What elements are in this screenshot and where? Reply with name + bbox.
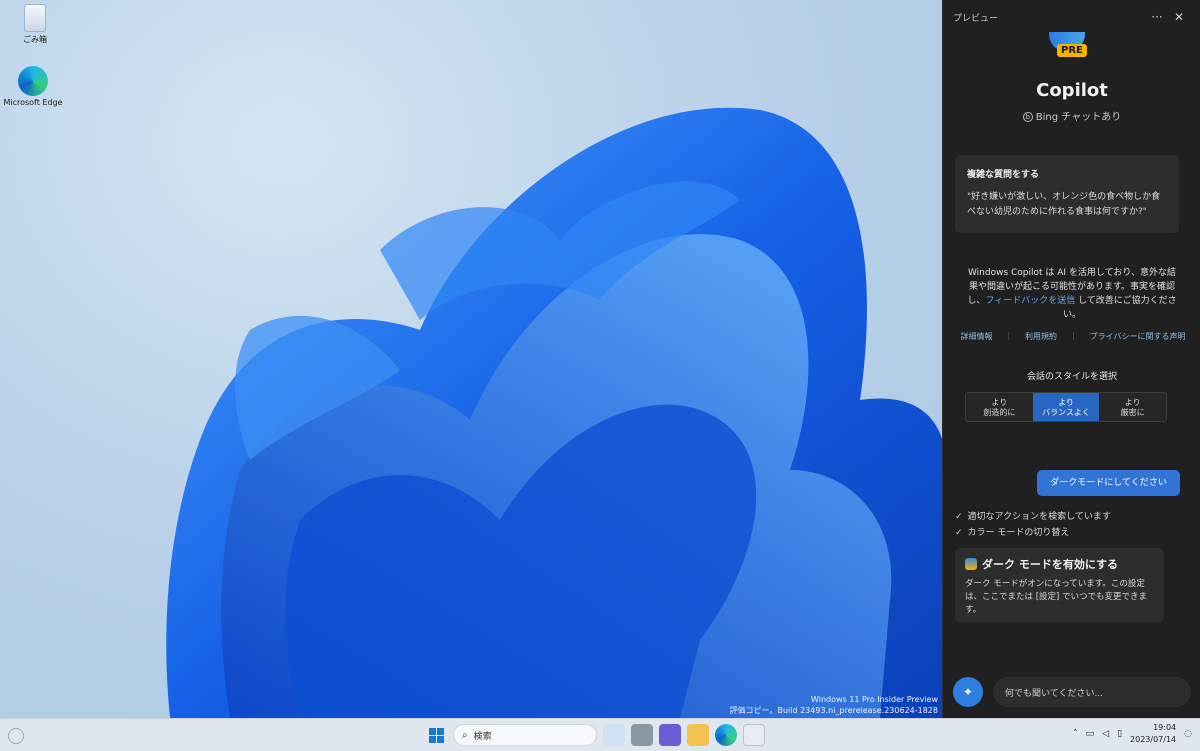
- clock[interactable]: 19:04 2023/07/14: [1130, 722, 1176, 746]
- volume-icon[interactable]: ◁: [1102, 729, 1109, 739]
- copilot-taskbar-icon[interactable]: [603, 724, 625, 746]
- new-topic-button[interactable]: ✦: [953, 677, 983, 707]
- recycle-bin-icon: [24, 4, 46, 32]
- taskbar-search-label: 検索: [473, 731, 492, 742]
- terms-link[interactable]: 利用規約: [1025, 331, 1057, 342]
- style-creative-line2: 創造的に: [983, 408, 1016, 417]
- style-creative-line1: より: [991, 398, 1008, 407]
- style-balanced-button[interactable]: より バランスよく: [1032, 393, 1100, 421]
- suggestion-card[interactable]: 複雑な質問をする "好き嫌いが激しい、オレンジ色の食べ物しか食べない幼児のために…: [955, 155, 1179, 233]
- recycle-bin-shortcut[interactable]: ごみ箱: [0, 4, 70, 45]
- app-title: Copilot: [1036, 80, 1108, 101]
- action-card-header: ダーク モードを有効にする: [965, 556, 1154, 572]
- status-item: ✓ カラー モードの切り替え: [955, 525, 1069, 538]
- copilot-panel: プレビュー ··· ✕ PRE Copilot b Bing チャットあり 複雑な…: [942, 0, 1200, 718]
- composer: ✦ 何でも聞いてください...: [953, 676, 1191, 708]
- windows-logo-icon: [428, 727, 444, 743]
- feedback-link[interactable]: フィードバックを送信: [985, 296, 1075, 306]
- style-precise-line1: より: [1124, 398, 1141, 407]
- bloom-wallpaper: [166, 107, 942, 718]
- style-precise-button[interactable]: より 厳密に: [1099, 393, 1166, 421]
- link-divider: |: [1007, 331, 1011, 340]
- ai-disclaimer: Windows Copilot は AI を活用しており、意外な結果や間違いが起…: [965, 266, 1179, 322]
- copilot-logo-icon: PRE: [1045, 32, 1091, 62]
- network-icon[interactable]: ▭: [1086, 729, 1095, 739]
- panel-header: プレビュー ··· ✕: [943, 0, 1200, 34]
- app-subtitle-text: Bing チャットあり: [1035, 112, 1122, 123]
- panel-header-title: プレビュー: [953, 13, 999, 24]
- status-item: ✓ 適切なアクションを検索しています: [955, 509, 1111, 522]
- style-balanced-line2: バランスよく: [1042, 408, 1090, 417]
- style-creative-button[interactable]: より 創造的に: [966, 393, 1033, 421]
- user-message-bubble: ダークモードにしてください: [1037, 470, 1180, 496]
- learn-more-link[interactable]: 詳細情報: [960, 331, 992, 342]
- notification-icon[interactable]: ◌: [1184, 729, 1192, 739]
- watermark-line1: Windows 11 Pro Insider Preview: [810, 695, 938, 704]
- ask-input[interactable]: 何でも聞いてください...: [993, 677, 1191, 707]
- edge-shortcut[interactable]: Microsoft Edge: [0, 66, 68, 107]
- teams-icon[interactable]: [659, 724, 681, 746]
- watermark-line2: 評価コピー。Build 23493.ni_prerelease.230624-1…: [729, 706, 938, 715]
- battery-icon[interactable]: ▯: [1117, 729, 1122, 739]
- system-tray: ˄ ▭ ◁ ▯ 19:04 2023/07/14 ◌: [1073, 722, 1192, 746]
- edge-taskbar-icon[interactable]: [715, 724, 737, 746]
- style-balanced-line1: より: [1058, 398, 1074, 407]
- more-options-button[interactable]: ···: [1146, 10, 1168, 24]
- taskbar-search[interactable]: ⌕ 検索: [453, 724, 597, 746]
- conversation-style-label: 会話のスタイルを選択: [1026, 372, 1117, 382]
- bing-icon: b: [1022, 112, 1033, 122]
- app-subtitle: b Bing チャットあり: [943, 108, 1200, 123]
- disclaimer-text-after: して改善にご協力ください。: [1062, 296, 1177, 320]
- footer-links: 詳細情報 | 利用規約 | プライバシーに関する声明: [953, 331, 1193, 342]
- settings-icon: [965, 558, 977, 570]
- status-text: 適切なアクションを検索しています: [967, 512, 1111, 522]
- status-text: カラー モードの切り替え: [967, 528, 1070, 538]
- edge-label: Microsoft Edge: [3, 98, 63, 107]
- suggestion-question: "好き嫌いが激しい、オレンジ色の食べ物しか食べない幼児のために作れる食事は何です…: [967, 192, 1161, 217]
- close-button[interactable]: ✕: [1168, 10, 1190, 24]
- search-icon: ⌕: [462, 729, 468, 741]
- privacy-link[interactable]: プライバシーに関する声明: [1090, 331, 1186, 342]
- recycle-bin-label: ごみ箱: [23, 35, 47, 44]
- dark-mode-action-card: ダーク モードを有効にする ダーク モードがオンになっています。この設定は、ここ…: [955, 548, 1164, 622]
- preview-badge: PRE: [1057, 44, 1087, 57]
- edge-icon: [18, 66, 48, 96]
- widgets-icon[interactable]: [8, 728, 24, 744]
- task-view-icon[interactable]: [631, 724, 653, 746]
- action-card-body: ダーク モードがオンになっています。この設定は、ここでまたは [設定] でいつで…: [965, 579, 1148, 615]
- style-precise-line2: 厳密に: [1120, 408, 1145, 417]
- link-divider: |: [1071, 331, 1075, 340]
- store-icon[interactable]: [743, 724, 765, 746]
- taskbar: ⌕ 検索 ˄ ▭ ◁ ▯ 19:04 2023/07/14 ◌: [0, 718, 1200, 751]
- desktop: ごみ箱 Microsoft Edge Windows 11 Pro Inside…: [0, 0, 942, 718]
- chat-bubble-icon: ✦: [962, 685, 974, 699]
- build-watermark: Windows 11 Pro Insider Preview 評価コピー。Bui…: [730, 694, 938, 716]
- start-button[interactable]: [425, 724, 447, 746]
- check-icon: ✓: [955, 528, 963, 538]
- action-card-title: ダーク モードを有効にする: [982, 558, 1118, 571]
- conversation-style-selector: より 創造的に より バランスよく より 厳密に: [965, 392, 1167, 422]
- clock-date: 2023/07/14: [1130, 735, 1177, 744]
- taskbar-apps: ⌕ 検索: [425, 724, 765, 746]
- file-explorer-icon[interactable]: [687, 724, 709, 746]
- suggestion-heading: 複雑な質問をする: [967, 170, 1040, 180]
- clock-time: 19:04: [1153, 723, 1177, 732]
- chevron-up-icon[interactable]: ˄: [1073, 729, 1078, 739]
- check-icon: ✓: [955, 512, 963, 522]
